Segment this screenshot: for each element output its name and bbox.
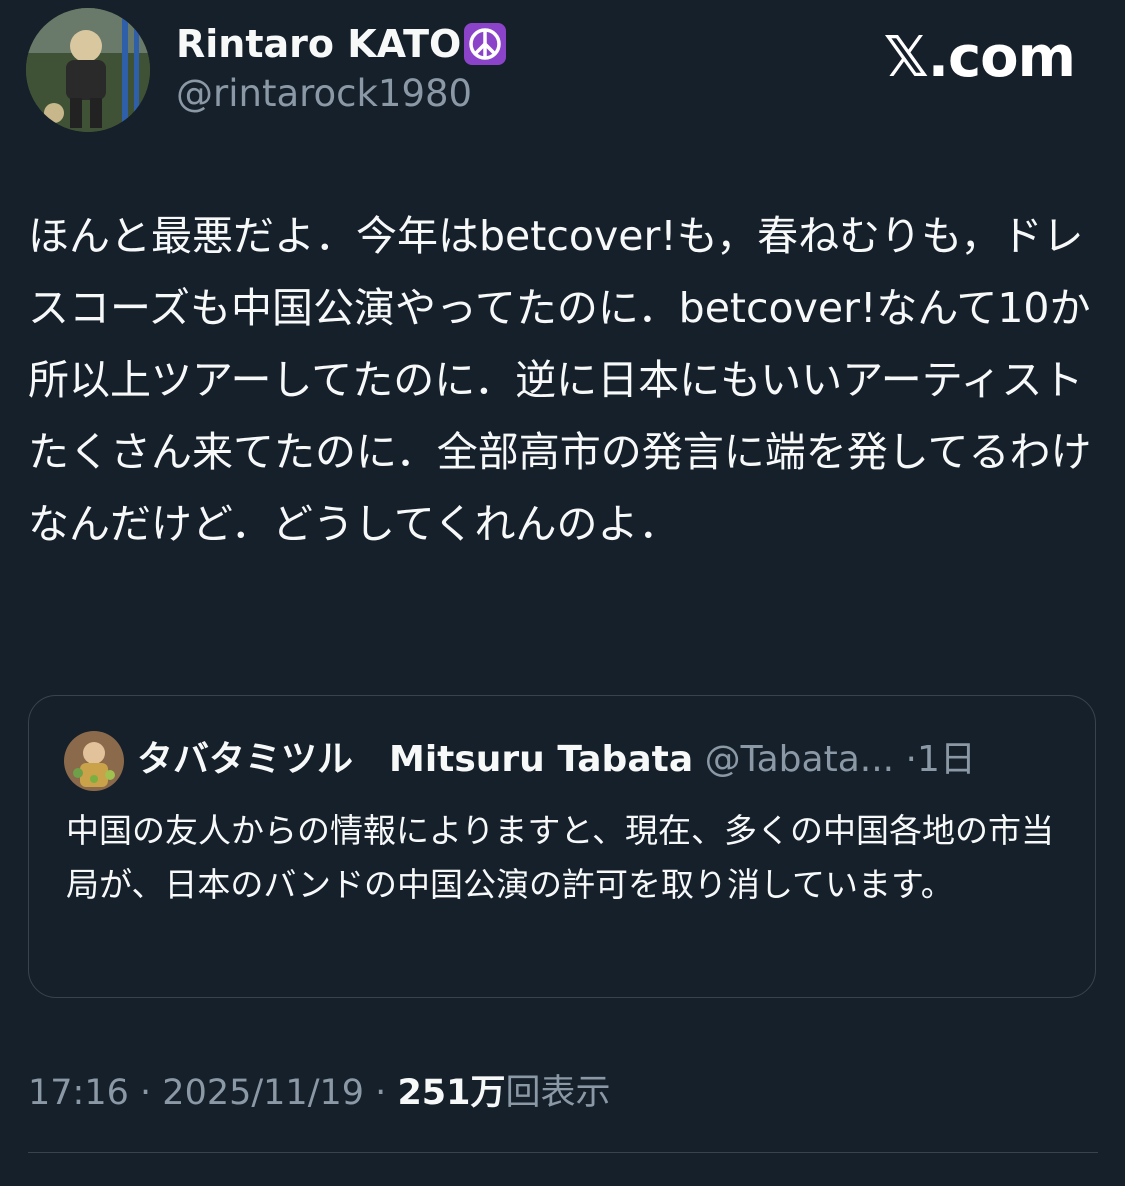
author-name-row[interactable]: Rintaro KATO xyxy=(176,22,507,66)
author-avatar[interactable] xyxy=(26,8,150,132)
views-label: 回表示 xyxy=(505,1073,611,1113)
quoted-tweet-header: タバタミツル Mitsuru Tabata @Tabata... ·1日 xyxy=(137,736,976,784)
tweet-text: ほんと最悪だよ．今年はbetcover!も，春ねむりも，ドレスコーズも中国公演や… xyxy=(28,212,1092,548)
author-handle[interactable]: @rintarock1980 xyxy=(176,72,472,116)
x-com-logo: 𝕏.com xyxy=(883,25,1076,90)
quoted-tweet-text: 中国の友人からの情報によりますと、現在、多くの中国各地の市当局が、日本のバンドの… xyxy=(66,811,1055,904)
tweet-time[interactable]: 17:16 xyxy=(28,1073,129,1113)
quoted-author-name[interactable]: タバタミツル Mitsuru Tabata xyxy=(137,739,693,780)
views-count: 251万 xyxy=(397,1073,506,1113)
divider xyxy=(28,1152,1098,1153)
quoted-tweet-card[interactable]: タバタミツル Mitsuru Tabata @Tabata... ·1日 中国の… xyxy=(28,695,1096,998)
peace-symbol-icon xyxy=(463,22,507,66)
quoted-author-handle[interactable]: @Tabata... xyxy=(705,739,895,780)
quoted-author-avatar[interactable] xyxy=(64,731,124,791)
meta-separator: · xyxy=(375,1073,387,1113)
tweet-date[interactable]: 2025/11/19 xyxy=(162,1073,364,1113)
author-name[interactable]: Rintaro KATO xyxy=(176,22,461,66)
meta-separator: · xyxy=(140,1073,152,1113)
quoted-tweet-time[interactable]: 1日 xyxy=(917,739,976,780)
tweet-meta: 17:16 · 2025/11/19 · 251万回表示 xyxy=(28,1068,611,1118)
header-separator: · xyxy=(905,739,917,780)
